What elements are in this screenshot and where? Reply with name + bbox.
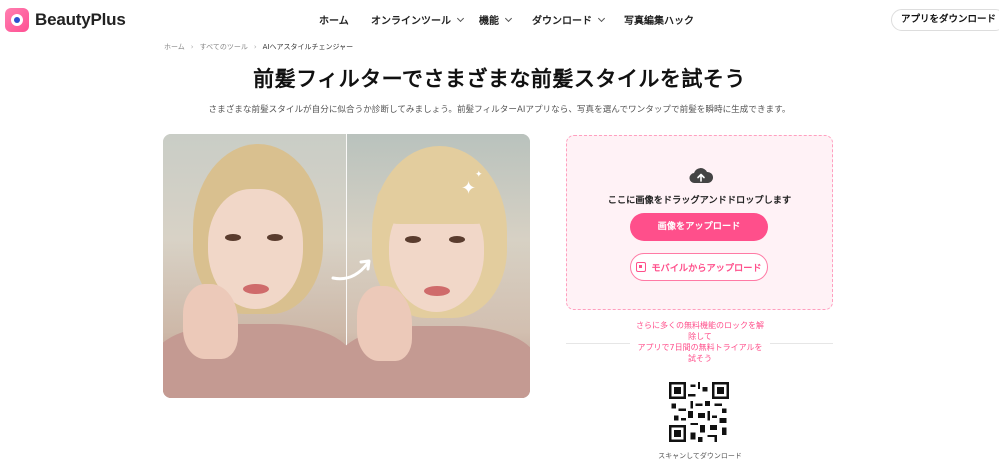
upload-dropzone[interactable]: ここに画像をドラッグアンドドロップします 画像をアップロード モバイルからアップ… [566,135,833,310]
page-title: 前髪フィルターでさまざまな前髪スタイルを試そう [253,67,746,91]
drop-instruction: ここに画像をドラッグアンドドロップします [607,195,792,206]
promo-line-4: 試そう [688,354,712,363]
before-after-image: ✦ ✦ [163,134,530,398]
before-photo [163,134,353,398]
breadcrumb: ホーム › すべてのツール › AIヘアスタイルチェンジャー [164,42,353,52]
nav-features-label: 機能 [479,16,499,27]
nav-photo-hacks[interactable]: 写真編集ハック [624,12,694,27]
nav-features[interactable]: 機能 [479,12,513,27]
nav-download-label: ダウンロード [532,16,592,27]
download-app-button[interactable]: アプリをダウンロード [891,9,999,31]
breadcrumb-separator-icon: › [190,43,194,51]
top-header: BeautyPlus ホーム オンラインツール 機能 ダウンロード 写真編集ハッ… [0,0,999,40]
nav-home[interactable]: ホーム [319,12,349,27]
trial-promo-text: さらに多くの無料機能のロックを解 除して アプリで7日間の無料トライアルを 試そ… [630,320,770,364]
nav-online-tools-label: オンラインツール [371,16,451,27]
logo-icon [5,8,29,32]
upload-image-button[interactable]: 画像をアップロード [630,213,768,241]
promo-line-3: アプリで7日間の無料トライアルを [637,343,763,352]
sparkle-icon: ✦ [475,170,483,180]
breadcrumb-home[interactable]: ホーム [164,42,185,52]
chevron-down-icon [597,14,606,22]
chevron-down-icon [504,14,513,22]
cloud-upload-icon [689,168,713,184]
qr-code-icon [636,262,647,272]
breadcrumb-separator-icon: › [253,43,257,51]
breadcrumb-all-tools[interactable]: すべてのツール [200,42,248,52]
promo-line-2: 除して [688,332,712,341]
upload-from-mobile-label: モバイルからアップロード [651,263,762,274]
qr-caption: スキャンしてダウンロード [658,452,742,460]
logo-text: BeautyPlus [35,10,126,29]
promo-line-1: さらに多くの無料機能のロックを解 [636,321,764,330]
chevron-down-icon [456,14,465,22]
nav-download[interactable]: ダウンロード [532,12,606,27]
upload-from-mobile-button[interactable]: モバイルからアップロード [630,253,768,281]
sparkle-icon: ✦ [461,178,477,199]
download-qr-code [669,382,729,442]
transform-arrow-icon [331,259,371,281]
breadcrumb-current: AIヘアスタイルチェンジャー [262,43,354,51]
nav-online-tools[interactable]: オンラインツール [371,12,465,27]
page-subtitle: さまざまな前髪スタイルが自分に似合うか診断してみましょう。前髪フィルターAIアプ… [208,105,791,115]
logo[interactable]: BeautyPlus [5,8,126,32]
